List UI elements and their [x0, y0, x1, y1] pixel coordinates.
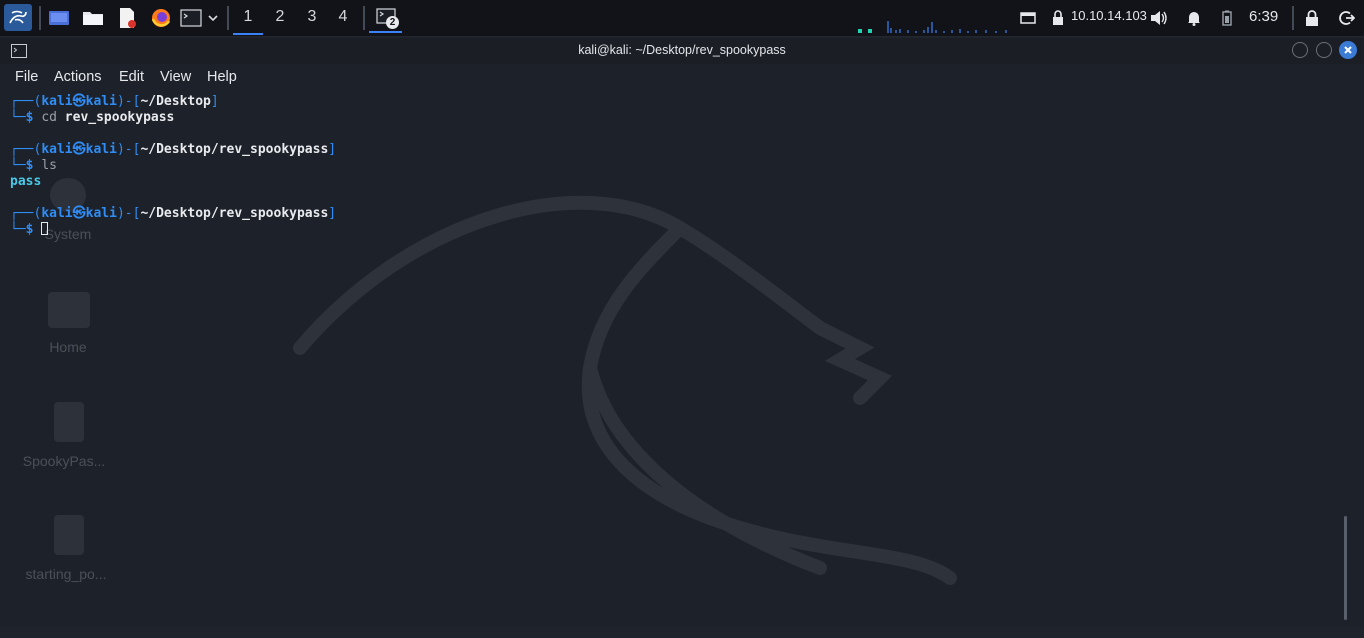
- vpn-status-button[interactable]: [1050, 4, 1066, 31]
- logout-button[interactable]: [1337, 4, 1357, 31]
- text-cursor: [41, 222, 49, 235]
- maximize-button[interactable]: [1316, 42, 1332, 58]
- close-button[interactable]: [1339, 41, 1357, 59]
- scrollbar[interactable]: [1342, 90, 1350, 626]
- terminal-icon: [180, 8, 202, 27]
- window-title: kali@kali: ~/Desktop/rev_spookypass: [578, 43, 786, 57]
- top-panel: 1 2 3 4 2 10.10.14.103 6:39: [0, 0, 1364, 37]
- prompt-at-symbol: ㉿: [72, 94, 86, 109]
- prompt-at-symbol: ㉿: [72, 142, 86, 157]
- terminal-launcher-button[interactable]: [179, 4, 203, 31]
- panel-separator: [1292, 6, 1294, 30]
- desktop-icon: [49, 10, 69, 25]
- show-desktop-button[interactable]: [47, 4, 71, 31]
- scrollbar-thumb[interactable]: [1344, 516, 1347, 620]
- display-settings-button[interactable]: [1019, 4, 1037, 31]
- text-editor-icon: [120, 7, 136, 28]
- prompt-path: ~/Desktop/rev_spookypass: [140, 206, 329, 221]
- prompt-host: kali: [85, 142, 117, 157]
- menu-file[interactable]: File: [15, 69, 38, 85]
- workspace-2-button[interactable]: 2: [265, 0, 295, 33]
- menu-bar: File Actions Edit View Help: [0, 64, 1364, 90]
- ip-address-label: 10.10.14.103: [1071, 8, 1147, 23]
- command-line: └─$ cd rev_spookypass: [10, 110, 175, 125]
- workspace-4-button[interactable]: 4: [328, 0, 358, 33]
- panel-separator: [227, 6, 229, 30]
- command-argument: rev_spookypass: [64, 110, 175, 125]
- notifications-button[interactable]: [1185, 4, 1203, 31]
- command: cd: [41, 110, 57, 125]
- command-line: └─$ ls: [10, 158, 57, 173]
- panel-separator: [39, 6, 41, 30]
- prompt-path: ~/Desktop/rev_spookypass: [140, 142, 329, 157]
- prompt-path: ~/Desktop: [140, 94, 211, 109]
- minimize-button[interactable]: [1292, 42, 1308, 58]
- prompt-user: kali: [41, 94, 73, 109]
- battery-icon: [1222, 10, 1232, 26]
- command-line: └─$: [10, 222, 49, 238]
- prompt-user: kali: [41, 142, 73, 157]
- kali-dragon-icon: [9, 10, 27, 23]
- command: ls: [41, 158, 57, 173]
- terminal-output[interactable]: ┌──(kali㉿kali)-[~/Desktop] └─$ cd rev_sp…: [0, 90, 1343, 626]
- text-editor-button[interactable]: [115, 4, 139, 31]
- padlock-icon: [1306, 9, 1318, 26]
- menu-actions[interactable]: Actions: [54, 69, 102, 85]
- menu-edit[interactable]: Edit: [119, 69, 144, 85]
- firefox-icon: [151, 8, 171, 27]
- close-icon: [1344, 46, 1352, 54]
- chevron-down-icon[interactable]: [205, 4, 221, 31]
- bell-icon: [1188, 11, 1200, 26]
- menu-view[interactable]: View: [160, 69, 191, 85]
- prompt-host: kali: [85, 94, 117, 109]
- prompt-user: kali: [41, 206, 73, 221]
- display-icon: [1020, 11, 1036, 24]
- power-manager-button[interactable]: [1219, 4, 1235, 31]
- workspace-3-button[interactable]: 3: [297, 0, 327, 33]
- workspace-1-button[interactable]: 1: [233, 0, 263, 35]
- prompt-line: ┌──(kali㉿kali)-[~/Desktop/rev_spookypass…: [10, 206, 337, 221]
- prompt-host: kali: [85, 206, 117, 221]
- file-manager-button[interactable]: [81, 4, 105, 31]
- logout-icon: [1339, 10, 1355, 25]
- command-output: pass: [10, 174, 42, 189]
- prompt-at-symbol: ㉿: [72, 206, 86, 221]
- firefox-button[interactable]: [149, 4, 173, 31]
- folder-icon: [83, 11, 103, 25]
- volume-button[interactable]: [1150, 4, 1168, 31]
- prompt-line: ┌──(kali㉿kali)-[~/Desktop/rev_spookypass…: [10, 142, 337, 157]
- kali-menu-button[interactable]: [4, 4, 32, 31]
- speaker-icon: [1151, 10, 1167, 25]
- window-count-badge: 2: [386, 16, 399, 29]
- lock-screen-button[interactable]: [1303, 4, 1321, 31]
- clock[interactable]: 6:39: [1249, 8, 1278, 25]
- lock-icon: [1053, 9, 1063, 25]
- title-bar[interactable]: kali@kali: ~/Desktop/rev_spookypass: [0, 38, 1364, 64]
- network-monitor-graph: [858, 21, 1007, 33]
- menu-help[interactable]: Help: [207, 69, 237, 85]
- terminal-window: System Home SpookyPas... starting_po... …: [0, 38, 1364, 626]
- panel-separator: [363, 6, 365, 30]
- prompt-line: ┌──(kali㉿kali)-[~/Desktop]: [10, 94, 219, 109]
- taskbar-terminal-button[interactable]: 2: [369, 0, 402, 33]
